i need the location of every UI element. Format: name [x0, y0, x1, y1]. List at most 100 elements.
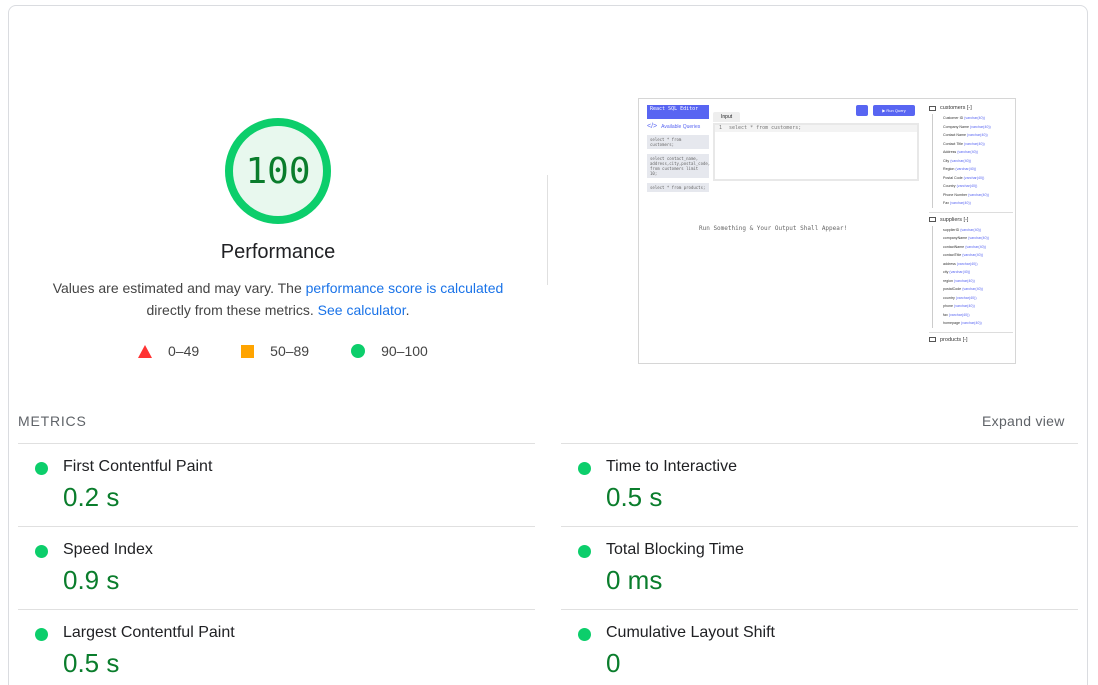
- thumb-column-item: address (varchar(40)): [943, 261, 978, 266]
- thumb-editor: Input ▶ Run Query 1 select * from custome…: [713, 105, 919, 181]
- thumb-column-item: city (varchar(40)): [943, 270, 971, 274]
- legend-fail: 0–49: [138, 343, 199, 359]
- thumb-query-item: select * from products;: [647, 183, 709, 192]
- thumb-sidebar: React SQL Editor </> Available Queries s…: [647, 105, 710, 192]
- thumb-column-item: homepage (varchar(40)): [943, 321, 982, 325]
- thumb-editor-line: 1 select * from customers;: [715, 125, 917, 132]
- thumb-input-tab: Input: [713, 112, 741, 122]
- thumb-column-item: phone (varchar(40)): [943, 304, 975, 308]
- thumb-column-item: Customer ID (varchar(40)): [943, 116, 985, 120]
- thumb-run-button: ▶ Run Query: [873, 105, 915, 116]
- thumb-column-item: supplierID (varchar(40)): [943, 227, 981, 232]
- thumb-column-item: Contact Title (varchar(40)): [943, 141, 985, 146]
- thumb-query-item: select contact_name, address,city,postal…: [647, 154, 710, 178]
- thumb-column-item: Country (varchar(40)): [943, 184, 978, 188]
- metric-value: 0: [606, 648, 621, 678]
- thumb-query-item: select * from customers;: [647, 135, 709, 149]
- table-icon: [929, 217, 936, 222]
- metric-name: Speed Index: [63, 541, 153, 558]
- thumb-schema: customers [-] Customer ID (varchar(40)) Co…: [929, 105, 1013, 346]
- thumb-column-item: Phone Number (varchar(40)): [943, 192, 989, 197]
- thumb-table-header: products [-]: [929, 337, 1013, 343]
- gauge-description: Values are estimated and may vary. The p…: [38, 277, 518, 321]
- thumb-schema-separator: [929, 211, 1013, 213]
- legend-range: 50–89: [270, 343, 310, 359]
- desc-middle: directly from these metrics.: [146, 302, 318, 318]
- metric-first-contentful-paint: First Contentful Paint 0.2 s: [18, 443, 535, 526]
- score-calculated-link[interactable]: performance score is calculated: [306, 280, 504, 296]
- square-icon: [241, 344, 255, 358]
- thumb-output-text: Run Something & Your Output Shall Appear…: [699, 225, 848, 232]
- metrics-column-right: Time to Interactive 0.5 s Total Blocking…: [561, 443, 1078, 685]
- thumb-column-item: companyName (varchar(40)): [943, 236, 989, 240]
- desc-prefix: Values are estimated and may vary. The: [52, 280, 306, 296]
- thumb-brand: React SQL Editor: [647, 105, 709, 119]
- thumb-column-item: country (varchar(40)): [943, 295, 977, 300]
- legend-range: 90–100: [381, 343, 428, 359]
- metric-time-to-interactive: Time to Interactive 0.5 s: [561, 443, 1078, 526]
- metric-value: 0 ms: [606, 565, 663, 595]
- thumb-column-item: Address (varchar(40)): [943, 150, 978, 154]
- table-icon: [929, 105, 936, 111]
- thumb-table-header: suppliers [-]: [929, 217, 1013, 223]
- thumb-table-name: products [-]: [940, 336, 968, 343]
- thumb-column-item: contactName (varchar(40)): [943, 244, 986, 249]
- thumb-table-name: suppliers [-]: [940, 216, 969, 223]
- thumb-swap-icon: [856, 105, 868, 116]
- pass-circle-icon: [578, 462, 591, 475]
- legend-pass: 90–100: [351, 343, 428, 359]
- table-icon: [929, 337, 936, 342]
- thumb-available-queries: </> Available Queries: [647, 123, 709, 130]
- thumb-column-list: Customer ID (varchar(40)) Company Name (v…: [932, 114, 1013, 208]
- metrics-heading: METRICS: [18, 413, 87, 429]
- metric-speed-index: Speed Index 0.9 s: [18, 526, 535, 609]
- metric-value: 0.2 s: [63, 482, 120, 512]
- legend-average: 50–89: [241, 343, 309, 359]
- metric-name: Total Blocking Time: [606, 541, 744, 558]
- thumb-column-item: Region (varchar(40)): [943, 167, 977, 171]
- thumb-column-item: Company Name (varchar(40)): [943, 124, 991, 129]
- thumb-column-item: Contact Name (varchar(40)): [943, 133, 988, 137]
- pass-circle-icon: [35, 628, 48, 641]
- score-legend: 0–49 50–89 90–100: [138, 343, 428, 359]
- thumb-column-item: Fax (varchar(40)): [943, 201, 971, 205]
- pass-circle-icon: [578, 628, 591, 641]
- gauge-title: Performance: [220, 241, 336, 263]
- score-value: 100: [245, 150, 311, 192]
- metric-cumulative-layout-shift: Cumulative Layout Shift 0: [561, 609, 1078, 685]
- expand-view-toggle[interactable]: Expand view: [982, 413, 1065, 429]
- legend-range: 0–49: [168, 343, 200, 359]
- thumb-column-item: City (varchar(40)): [943, 158, 971, 163]
- thumb-column-item: fax (varchar(40)): [943, 312, 970, 317]
- thumb-column-list: supplierID (varchar(40)) companyName (var…: [932, 225, 1013, 328]
- metric-name: Largest Contentful Paint: [63, 624, 235, 641]
- see-calculator-link[interactable]: See calculator: [318, 302, 406, 318]
- metric-total-blocking-time: Total Blocking Time 0 ms: [561, 526, 1078, 609]
- thumb-table-name: customers [-]: [940, 105, 972, 111]
- thumb-column-item: contactTitle (varchar(40)): [943, 253, 984, 257]
- pass-circle-icon: [35, 462, 48, 475]
- metric-name: Cumulative Layout Shift: [606, 624, 775, 641]
- thumb-available-label: Available Queries: [661, 123, 701, 130]
- metric-largest-contentful-paint: Largest Contentful Paint 0.5 s: [18, 609, 535, 685]
- pass-circle-icon: [35, 545, 48, 558]
- page-screenshot-thumbnail: React SQL Editor </> Available Queries s…: [638, 98, 1016, 364]
- thumb-column-item: postalCode (varchar(40)): [943, 287, 983, 291]
- metric-value: 0.5 s: [606, 482, 663, 512]
- metric-name: First Contentful Paint: [63, 458, 213, 475]
- code-icon: </>: [647, 123, 658, 130]
- metric-name: Time to Interactive: [606, 458, 738, 475]
- thumb-column-item: Postal Code (varchar(40)): [943, 175, 985, 180]
- thumb-schema-separator: [929, 331, 1013, 333]
- circle-icon: [351, 344, 366, 358]
- score-gauge: 100: [223, 116, 333, 226]
- metric-value: 0.5 s: [63, 648, 120, 678]
- vertical-divider: [547, 175, 548, 285]
- desc-suffix: .: [405, 302, 410, 318]
- thumb-table-header: customers [-]: [929, 105, 1013, 111]
- triangle-icon: [138, 344, 152, 358]
- thumb-column-item: region (varchar(40)): [943, 278, 975, 283]
- metric-value: 0.9 s: [63, 565, 120, 595]
- pass-circle-icon: [578, 545, 591, 558]
- metrics-column-left: First Contentful Paint 0.2 s Speed Index…: [18, 443, 535, 685]
